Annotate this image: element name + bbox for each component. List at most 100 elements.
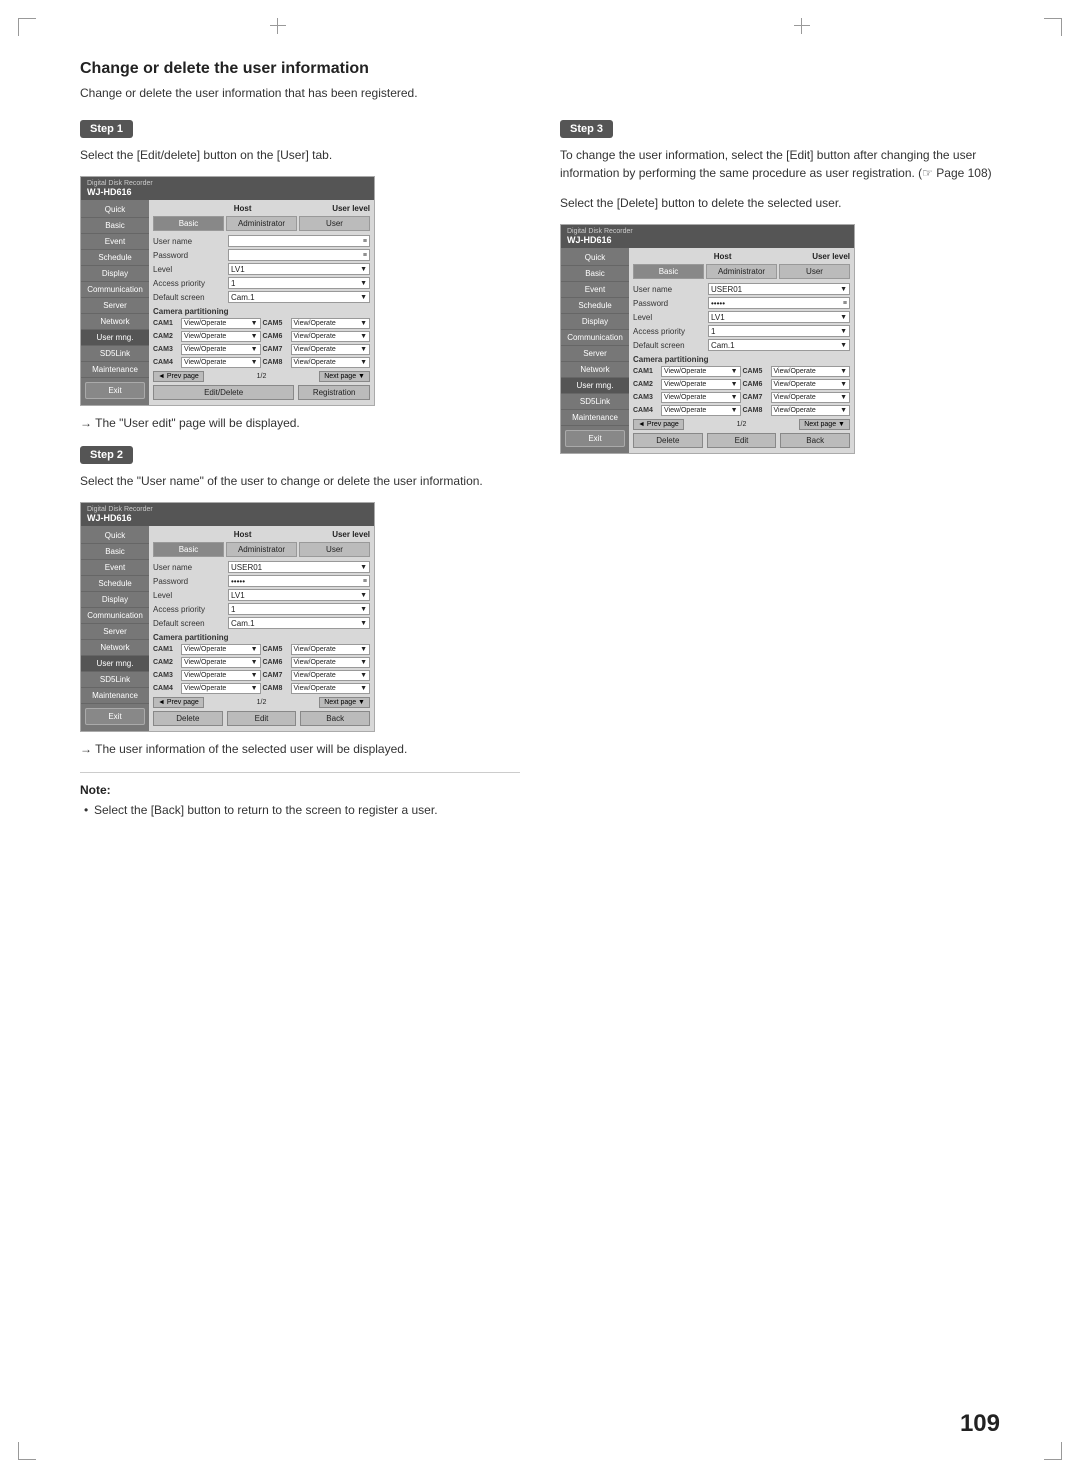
host-level-row-s3: Host User level [633, 252, 850, 261]
form-level-select-s3[interactable]: LV1▼ [708, 311, 850, 323]
menu-communication-s3[interactable]: Communication [561, 330, 629, 346]
edit-btn-step2[interactable]: Edit [227, 711, 297, 726]
menu-display-s2[interactable]: Display [81, 592, 149, 608]
cam6-select[interactable]: View/Operate▼ [291, 331, 371, 342]
registration-btn[interactable]: Registration [298, 385, 370, 400]
cam4-select-s2[interactable]: View/Operate▼ [181, 683, 261, 694]
menu-usermng[interactable]: User mng. [81, 330, 149, 346]
prev-btn-step1[interactable]: ◄ Prev page [153, 371, 204, 382]
menu-network-s3[interactable]: Network [561, 362, 629, 378]
cam5-select-s3[interactable]: View/Operate▼ [771, 366, 851, 377]
cam2-select-s2[interactable]: View/Operate▼ [181, 657, 261, 668]
menu-usermng-s2[interactable]: User mng. [81, 656, 149, 672]
cam7-select-s3[interactable]: View/Operate▼ [771, 392, 851, 403]
menu-quick-s3[interactable]: Quick [561, 250, 629, 266]
tab-admin-s2[interactable]: Administrator [226, 542, 297, 557]
menu-schedule-s3[interactable]: Schedule [561, 298, 629, 314]
next-btn-step2[interactable]: Next page ▼ [319, 697, 370, 708]
menu-quick[interactable]: Quick [81, 202, 149, 218]
cam8-select-s3[interactable]: View/Operate▼ [771, 405, 851, 416]
menu-usermng-s3[interactable]: User mng. [561, 378, 629, 394]
tab-basic-s2[interactable]: Basic [153, 542, 224, 557]
menu-schedule[interactable]: Schedule [81, 250, 149, 266]
menu-exit-s3[interactable]: Exit [565, 430, 625, 447]
menu-network[interactable]: Network [81, 314, 149, 330]
menu-quick-s2[interactable]: Quick [81, 528, 149, 544]
cam3-select-s3[interactable]: View/Operate▼ [661, 392, 741, 403]
cam8-select[interactable]: View/Operate▼ [291, 357, 371, 368]
cam3-select[interactable]: View/Operate▼ [181, 344, 261, 355]
menu-maintenance[interactable]: Maintenance [81, 362, 149, 378]
tab-user[interactable]: User [299, 216, 370, 231]
form-default-select-s3[interactable]: Cam.1▼ [708, 339, 850, 351]
menu-schedule-s2[interactable]: Schedule [81, 576, 149, 592]
cam1-select-s2[interactable]: View/Operate▼ [181, 644, 261, 655]
menu-exit[interactable]: Exit [85, 382, 145, 399]
form-password-input-s3[interactable]: •••••≡ [708, 297, 850, 309]
form-default-select-s2[interactable]: Cam.1▼ [228, 617, 370, 629]
form-access-select-s3[interactable]: 1▼ [708, 325, 850, 337]
tab-admin-s3[interactable]: Administrator [706, 264, 777, 279]
form-username-select-s2[interactable]: USER01▼ [228, 561, 370, 573]
cam5-select-s2[interactable]: View/Operate▼ [291, 644, 371, 655]
menu-server[interactable]: Server [81, 298, 149, 314]
menu-basic-s3[interactable]: Basic [561, 266, 629, 282]
menu-sd5link-s3[interactable]: SD5Link [561, 394, 629, 410]
prev-btn-step3[interactable]: ◄ Prev page [633, 419, 684, 430]
cam2-select[interactable]: View/Operate▼ [181, 331, 261, 342]
menu-maintenance-s3[interactable]: Maintenance [561, 410, 629, 426]
tab-user-s3[interactable]: User [779, 264, 850, 279]
back-btn-step2[interactable]: Back [300, 711, 370, 726]
cam8-select-s2[interactable]: View/Operate▼ [291, 683, 371, 694]
form-password-input[interactable]: ≡ [228, 249, 370, 261]
delete-btn-step3[interactable]: Delete [633, 433, 703, 448]
menu-event-s3[interactable]: Event [561, 282, 629, 298]
menu-sd5link-s2[interactable]: SD5Link [81, 672, 149, 688]
cam6-select-s2[interactable]: View/Operate▼ [291, 657, 371, 668]
form-level-select-s2[interactable]: LV1▼ [228, 589, 370, 601]
tab-administrator[interactable]: Administrator [226, 216, 297, 231]
menu-communication[interactable]: Communication [81, 282, 149, 298]
next-btn-step1[interactable]: Next page ▼ [319, 371, 370, 382]
cam1-select[interactable]: View/Operate▼ [181, 318, 261, 329]
delete-btn-step2[interactable]: Delete [153, 711, 223, 726]
back-btn-step3[interactable]: Back [780, 433, 850, 448]
cam4-select[interactable]: View/Operate▼ [181, 357, 261, 368]
cam7-select[interactable]: View/Operate▼ [291, 344, 371, 355]
menu-communication-s2[interactable]: Communication [81, 608, 149, 624]
next-btn-step3[interactable]: Next page ▼ [799, 419, 850, 430]
form-username-input[interactable]: ≡ [228, 235, 370, 247]
cam4-select-s3[interactable]: View/Operate▼ [661, 405, 741, 416]
cam1-select-s3[interactable]: View/Operate▼ [661, 366, 741, 377]
prev-btn-step2[interactable]: ◄ Prev page [153, 697, 204, 708]
form-level-select[interactable]: LV1▼ [228, 263, 370, 275]
tab-basic-s3[interactable]: Basic [633, 264, 704, 279]
menu-basic[interactable]: Basic [81, 218, 149, 234]
cam5-select[interactable]: View/Operate▼ [291, 318, 371, 329]
menu-display-s3[interactable]: Display [561, 314, 629, 330]
form-default-select[interactable]: Cam.1▼ [228, 291, 370, 303]
edit-delete-btn[interactable]: Edit/Delete [153, 385, 294, 400]
cam7-select-s2[interactable]: View/Operate▼ [291, 670, 371, 681]
cam2-select-s3[interactable]: View/Operate▼ [661, 379, 741, 390]
tab-user-s2[interactable]: User [299, 542, 370, 557]
menu-event[interactable]: Event [81, 234, 149, 250]
form-username-select-s3[interactable]: USER01▼ [708, 283, 850, 295]
form-access-select-s2[interactable]: 1▼ [228, 603, 370, 615]
form-password-input-s2[interactable]: •••••≡ [228, 575, 370, 587]
menu-basic-s2[interactable]: Basic [81, 544, 149, 560]
menu-maintenance-s2[interactable]: Maintenance [81, 688, 149, 704]
cam6-select-s3[interactable]: View/Operate▼ [771, 379, 851, 390]
form-access-select[interactable]: 1▼ [228, 277, 370, 289]
menu-exit-s2[interactable]: Exit [85, 708, 145, 725]
left-column: Step 1 Select the [Edit/delete] button o… [80, 120, 520, 819]
menu-network-s2[interactable]: Network [81, 640, 149, 656]
tab-basic[interactable]: Basic [153, 216, 224, 231]
menu-display[interactable]: Display [81, 266, 149, 282]
cam3-select-s2[interactable]: View/Operate▼ [181, 670, 261, 681]
edit-btn-step3[interactable]: Edit [707, 433, 777, 448]
menu-server-s3[interactable]: Server [561, 346, 629, 362]
menu-server-s2[interactable]: Server [81, 624, 149, 640]
menu-event-s2[interactable]: Event [81, 560, 149, 576]
menu-sd5link[interactable]: SD5Link [81, 346, 149, 362]
